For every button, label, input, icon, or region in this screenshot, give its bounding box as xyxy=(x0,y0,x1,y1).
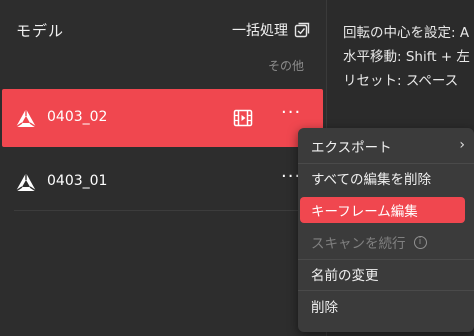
menu-item-label: 削除 xyxy=(311,300,338,316)
batch-process-button[interactable]: 一括処理 xyxy=(232,20,310,40)
menu-item-continue-scan: スキャンを続行 i xyxy=(300,229,465,255)
menu-item-delete[interactable]: 削除 xyxy=(300,293,465,319)
model-triangle-icon xyxy=(15,109,37,128)
list-divider xyxy=(14,210,314,211)
menu-divider xyxy=(298,290,474,291)
menu-item-label: エクスポート xyxy=(311,140,392,156)
menu-divider xyxy=(298,259,474,260)
menu-item-label: キーフレーム編集 xyxy=(311,204,418,220)
menu-item-label: スキャンを続行 xyxy=(311,236,406,252)
menu-divider xyxy=(298,163,474,164)
help-line-reset: リセット: スペース xyxy=(343,73,459,89)
menu-item-keyframe-edit[interactable]: キーフレーム編集 xyxy=(300,197,465,223)
film-icon[interactable] xyxy=(233,108,253,128)
app-window: モデル 一括処理 その他 0403_02 ··· 0403_01 ··· 回転の… xyxy=(0,0,474,336)
controls-help: 回転の中心を設定: A 水平移動: Shift + 左 リセット: スペース xyxy=(343,21,470,93)
chevron-right-icon: › xyxy=(459,137,465,153)
model-row-selected[interactable]: 0403_02 ··· xyxy=(2,89,323,147)
more-options-icon[interactable]: ··· xyxy=(281,103,301,123)
other-column-label: その他 xyxy=(268,59,305,73)
help-line-pan: 水平移動: Shift + 左 xyxy=(343,49,470,65)
model-panel: モデル 一括処理 その他 0403_02 ··· 0403_01 ··· xyxy=(0,0,326,336)
model-name: 0403_01 xyxy=(47,173,108,189)
menu-item-rename[interactable]: 名前の変更 xyxy=(300,261,465,287)
menu-item-delete-all-edits[interactable]: すべての編集を削除 xyxy=(300,165,465,191)
model-name: 0403_02 xyxy=(47,109,108,125)
model-row[interactable]: 0403_01 ··· xyxy=(2,153,323,211)
batch-process-label: 一括処理 xyxy=(232,23,288,39)
model-triangle-icon xyxy=(15,173,37,192)
menu-item-export[interactable]: エクスポート › xyxy=(300,133,465,159)
info-icon[interactable]: i xyxy=(413,235,427,249)
help-line-rotate: 回転の中心を設定: A xyxy=(343,25,470,41)
context-menu: エクスポート › すべての編集を削除 キーフレーム編集 スキャンを続行 i 名前… xyxy=(298,128,474,332)
checkbox-icon xyxy=(294,22,310,38)
panel-title: モデル xyxy=(16,22,65,40)
menu-item-label: すべての編集を削除 xyxy=(311,172,432,188)
menu-item-label: 名前の変更 xyxy=(311,268,379,284)
